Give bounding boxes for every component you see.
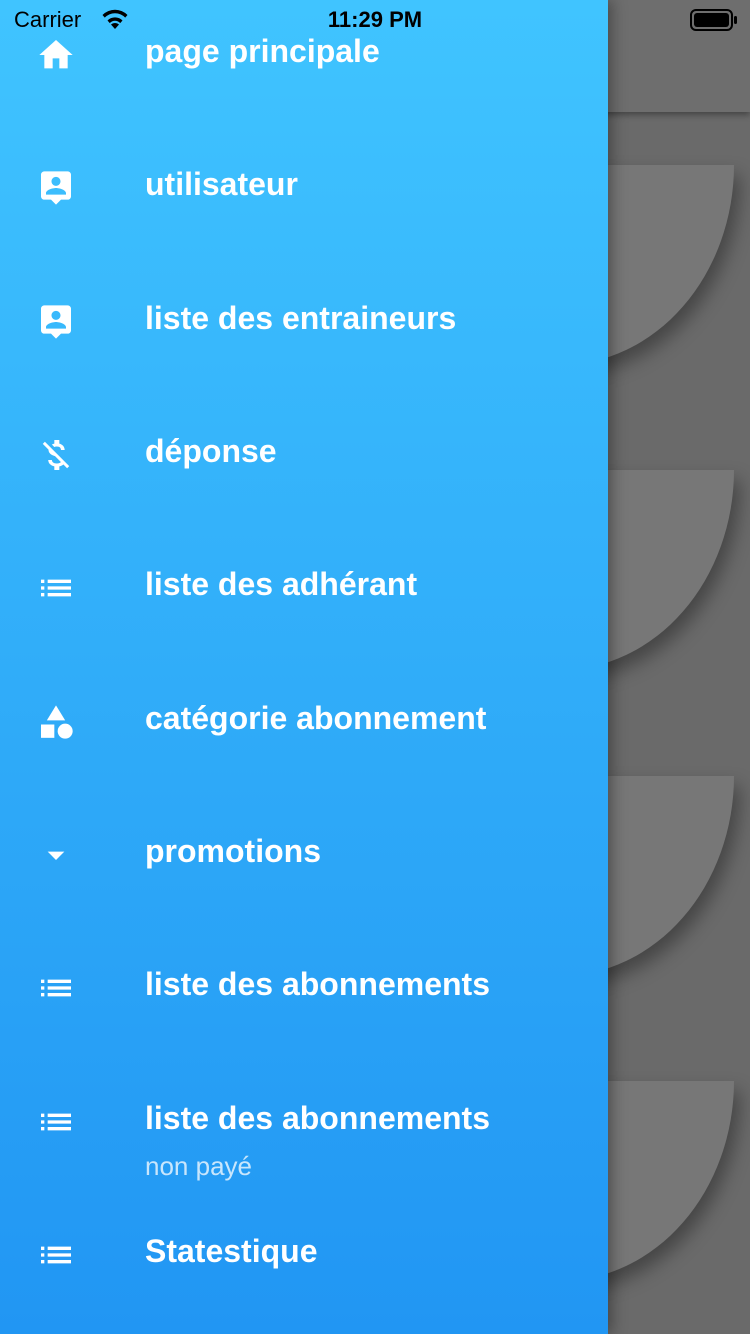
navigation-drawer: page principale utilisateur liste des en… (0, 0, 608, 1334)
contact-icon (41, 305, 71, 339)
menu-item-liste-abonnements-non-paye[interactable]: liste des abonnements non payé (0, 1067, 608, 1181)
list-icon (41, 579, 71, 597)
list-icon (41, 1246, 71, 1264)
menu-item-liste-abonnements[interactable]: liste des abonnements (0, 933, 608, 1043)
menu-item-label: catégorie abonnement (145, 700, 487, 736)
menu-item-label: liste des entraineurs (145, 300, 457, 336)
menu-item-liste-entraineurs[interactable]: liste des entraineurs (0, 267, 608, 377)
list-icon (41, 979, 71, 997)
category-icon (41, 705, 73, 739)
contact-icon (41, 171, 71, 205)
menu-item-categorie-abonnement[interactable]: catégorie abonnement (0, 667, 608, 777)
battery-icon (690, 9, 737, 31)
menu-item-sublabel: non payé (145, 1151, 252, 1181)
menu-item-label: déponse (145, 433, 277, 469)
status-bar: Carrier 11:29 PM (0, 0, 750, 40)
menu-item-label: liste des abonnements (145, 966, 490, 1002)
menu-item-label: liste des abonnements (145, 1100, 490, 1136)
menu-item-label: Statestique (145, 1233, 318, 1269)
list-icon (41, 1113, 71, 1131)
menu-item-liste-adherant[interactable]: liste des adhérant (0, 533, 608, 643)
menu-item-label: utilisateur (145, 166, 298, 202)
clock: 11:29 PM (327, 7, 423, 32)
menu-item-statestique[interactable]: Statestique (0, 1200, 608, 1310)
menu-item-label: liste des adhérant (145, 566, 418, 602)
menu-item-promotions[interactable]: promotions (0, 800, 608, 910)
home-icon (39, 40, 73, 69)
arrow-drop-down-icon (47, 851, 65, 860)
menu-item-utilisateur[interactable]: utilisateur (0, 133, 608, 243)
menu-item-label: promotions (145, 833, 321, 869)
menu-item-deponse[interactable]: déponse (0, 400, 608, 510)
money-off-icon (42, 440, 70, 470)
